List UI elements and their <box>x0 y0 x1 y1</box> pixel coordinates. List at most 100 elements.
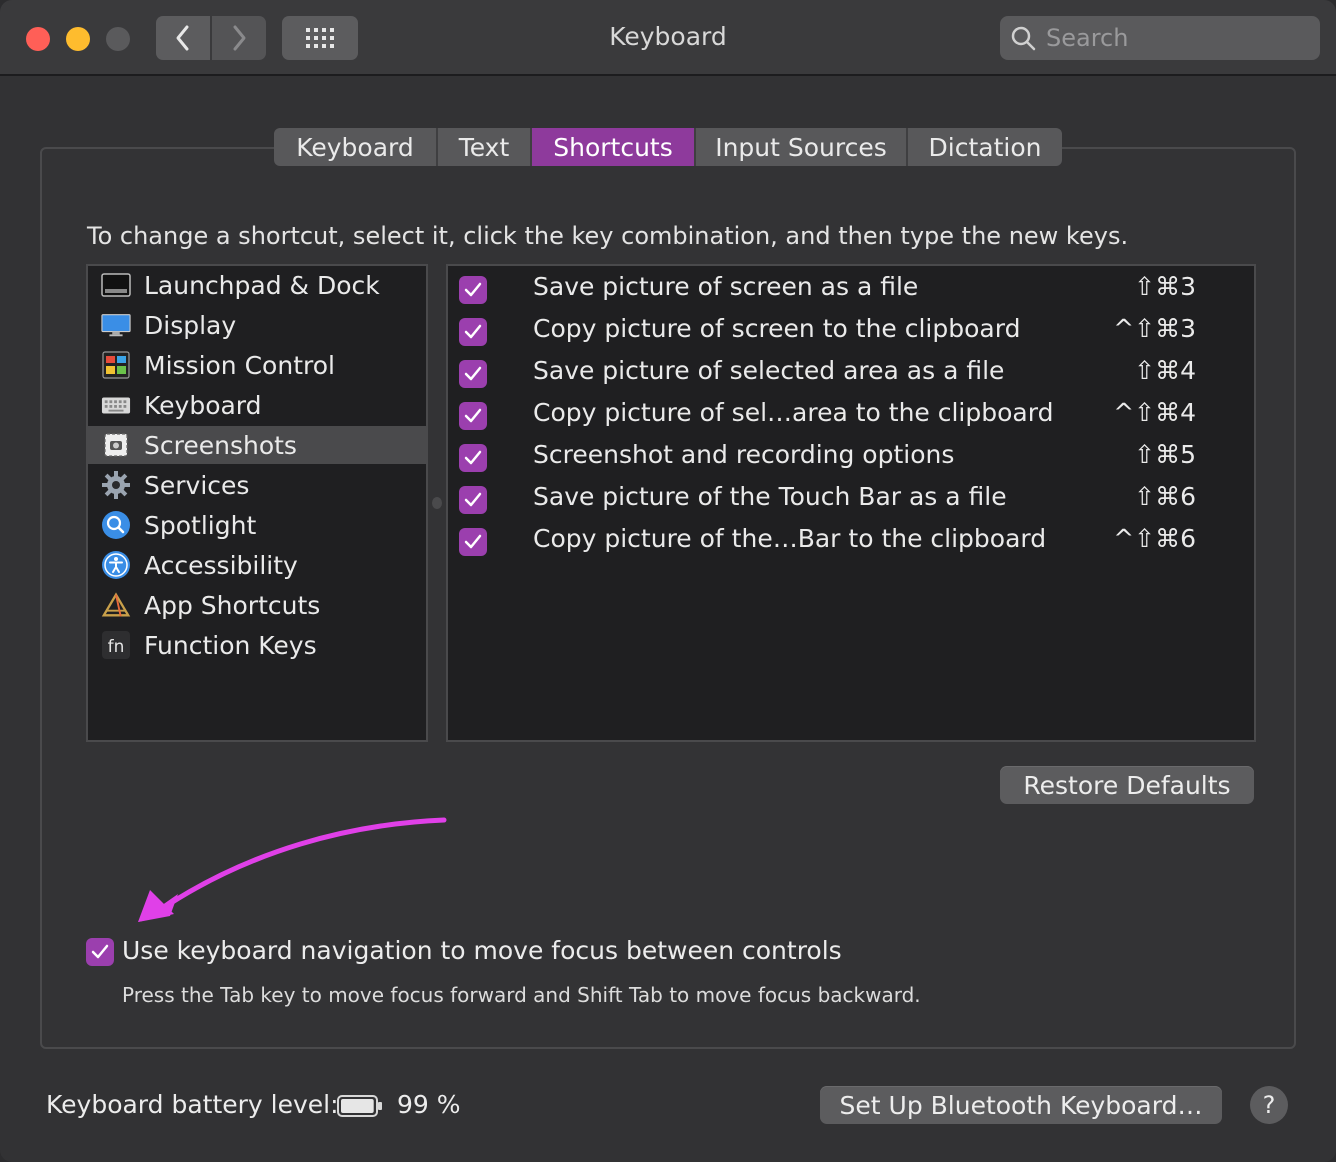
shortcut-row[interactable]: Copy picture of screen to the clipboard … <box>448 310 1254 350</box>
category-label: Launchpad & Dock <box>144 270 380 300</box>
shortcut-label: Save picture of selected area as a file <box>533 356 1005 385</box>
back-button[interactable] <box>156 16 210 60</box>
split-view-divider[interactable] <box>432 497 442 509</box>
category-accessibility[interactable]: Accessibility <box>88 546 426 584</box>
launchpad-dock-icon <box>101 270 131 300</box>
category-screenshots[interactable]: Screenshots <box>88 426 426 464</box>
show-all-button[interactable] <box>282 16 358 60</box>
category-spotlight[interactable]: Spotlight <box>88 506 426 544</box>
shortcut-label: Copy picture of the…Bar to the clipboard <box>533 524 1047 553</box>
chevron-left-icon <box>176 25 189 51</box>
shortcut-keys[interactable]: ⇧⌘3 <box>1134 272 1196 301</box>
category-label: Function Keys <box>144 630 317 660</box>
checkmark-icon <box>464 282 482 297</box>
keyboard-navigation-checkbox[interactable] <box>86 938 114 966</box>
grid-icon <box>306 28 334 48</box>
keyboard-icon <box>101 390 131 420</box>
shortcut-label: Save picture of screen as a file <box>533 272 919 301</box>
zoom-button[interactable] <box>106 27 130 51</box>
shortcut-label: Copy picture of screen to the clipboard <box>533 314 1021 343</box>
checkmark-icon <box>464 324 482 339</box>
keyboard-preferences-window: Keyboard Search Keyboard Text Shortcuts … <box>0 0 1336 1162</box>
mission-control-icon <box>101 350 131 380</box>
shortcut-label: Save picture of the Touch Bar as a file <box>533 482 1007 511</box>
shortcut-row[interactable]: Save picture of selected area as a file … <box>448 352 1254 392</box>
tab-dictation[interactable]: Dictation <box>908 128 1062 166</box>
screenshots-icon <box>101 430 131 460</box>
category-label: Display <box>144 310 237 340</box>
display-icon <box>101 310 131 340</box>
category-label: Mission Control <box>144 350 335 380</box>
tab-keyboard[interactable]: Keyboard <box>274 128 438 166</box>
battery-icon <box>337 1095 382 1117</box>
search-field[interactable]: Search <box>1000 16 1320 60</box>
accessibility-icon <box>101 550 131 580</box>
keyboard-navigation-label[interactable]: Use keyboard navigation to move focus be… <box>122 936 842 965</box>
shortcut-keys[interactable]: ^⇧⌘3 <box>1113 314 1196 343</box>
checkmark-icon <box>464 534 482 549</box>
forward-button[interactable] <box>212 16 266 60</box>
annotation-arrow-icon <box>138 817 447 922</box>
shortcut-enabled-checkbox[interactable] <box>459 318 487 346</box>
app-shortcuts-icon <box>101 590 131 620</box>
battery-level-label: Keyboard battery level: <box>46 1090 339 1119</box>
shortcut-enabled-checkbox[interactable] <box>459 402 487 430</box>
search-placeholder: Search <box>1046 24 1129 52</box>
gear-icon <box>101 470 131 500</box>
shortcut-label: Copy picture of sel…area to the clipboar… <box>533 398 1054 427</box>
category-display[interactable]: Display <box>88 306 426 344</box>
shortcut-enabled-checkbox[interactable] <box>459 444 487 472</box>
shortcut-keys[interactable]: ^⇧⌘4 <box>1113 398 1196 427</box>
fn-key-icon: fn <box>101 630 131 660</box>
category-label: Spotlight <box>144 510 257 540</box>
checkmark-icon <box>464 408 482 423</box>
tab-input-sources[interactable]: Input Sources <box>696 128 908 166</box>
category-launchpad-dock[interactable]: Launchpad & Dock <box>88 266 426 304</box>
search-icon <box>1011 26 1036 51</box>
chevron-right-icon <box>233 25 246 51</box>
spotlight-search-icon <box>101 510 131 540</box>
battery-level-value: 99 % <box>397 1090 461 1119</box>
category-mission-control[interactable]: Mission Control <box>88 346 426 384</box>
shortcut-label: Screenshot and recording options <box>533 440 955 469</box>
category-app-shortcuts[interactable]: App Shortcuts <box>88 586 426 624</box>
checkmark-icon <box>464 492 482 507</box>
checkmark-icon <box>91 944 109 959</box>
tab-text[interactable]: Text <box>438 128 532 166</box>
shortcut-row[interactable]: Screenshot and recording options ⇧⌘5 <box>448 436 1254 476</box>
shortcut-keys[interactable]: ⇧⌘6 <box>1134 482 1196 511</box>
category-label: Screenshots <box>144 430 297 460</box>
tab-shortcuts[interactable]: Shortcuts <box>532 128 696 166</box>
shortcut-keys[interactable]: ⇧⌘5 <box>1134 440 1196 469</box>
shortcut-keys[interactable]: ⇧⌘4 <box>1134 356 1196 385</box>
shortcut-row[interactable]: Save picture of screen as a file ⇧⌘3 <box>448 268 1254 308</box>
shortcut-enabled-checkbox[interactable] <box>459 528 487 556</box>
shortcut-row[interactable]: Save picture of the Touch Bar as a file … <box>448 478 1254 518</box>
keyboard-navigation-description: Press the Tab key to move focus forward … <box>122 983 921 1007</box>
minimize-button[interactable] <box>66 27 90 51</box>
help-button[interactable]: ? <box>1250 1086 1288 1124</box>
shortcut-row[interactable]: Copy picture of sel…area to the clipboar… <box>448 394 1254 434</box>
shortcut-row[interactable]: Copy picture of the…Bar to the clipboard… <box>448 520 1254 560</box>
shortcut-enabled-checkbox[interactable] <box>459 360 487 388</box>
tab-bar: Keyboard Text Shortcuts Input Sources Di… <box>274 128 1062 166</box>
navigation-buttons <box>156 16 266 60</box>
shortcut-enabled-checkbox[interactable] <box>459 276 487 304</box>
shortcut-enabled-checkbox[interactable] <box>459 486 487 514</box>
svg-text:fn: fn <box>108 637 125 657</box>
category-label: Services <box>144 470 250 500</box>
checkmark-icon <box>464 366 482 381</box>
category-keyboard[interactable]: Keyboard <box>88 386 426 424</box>
shortcut-category-list: Launchpad & Dock Display Mission Control… <box>86 264 428 742</box>
shortcut-keys[interactable]: ^⇧⌘6 <box>1113 524 1196 553</box>
category-label: Keyboard <box>144 390 262 420</box>
category-function-keys[interactable]: fn Function Keys <box>88 626 426 664</box>
set-up-bluetooth-keyboard-button[interactable]: Set Up Bluetooth Keyboard… <box>820 1086 1222 1124</box>
restore-defaults-button[interactable]: Restore Defaults <box>1000 766 1254 804</box>
close-button[interactable] <box>26 27 50 51</box>
title-bar: Keyboard Search <box>0 0 1336 76</box>
category-label: Accessibility <box>144 550 298 580</box>
category-label: App Shortcuts <box>144 590 321 620</box>
category-services[interactable]: Services <box>88 466 426 504</box>
checkmark-icon <box>464 450 482 465</box>
